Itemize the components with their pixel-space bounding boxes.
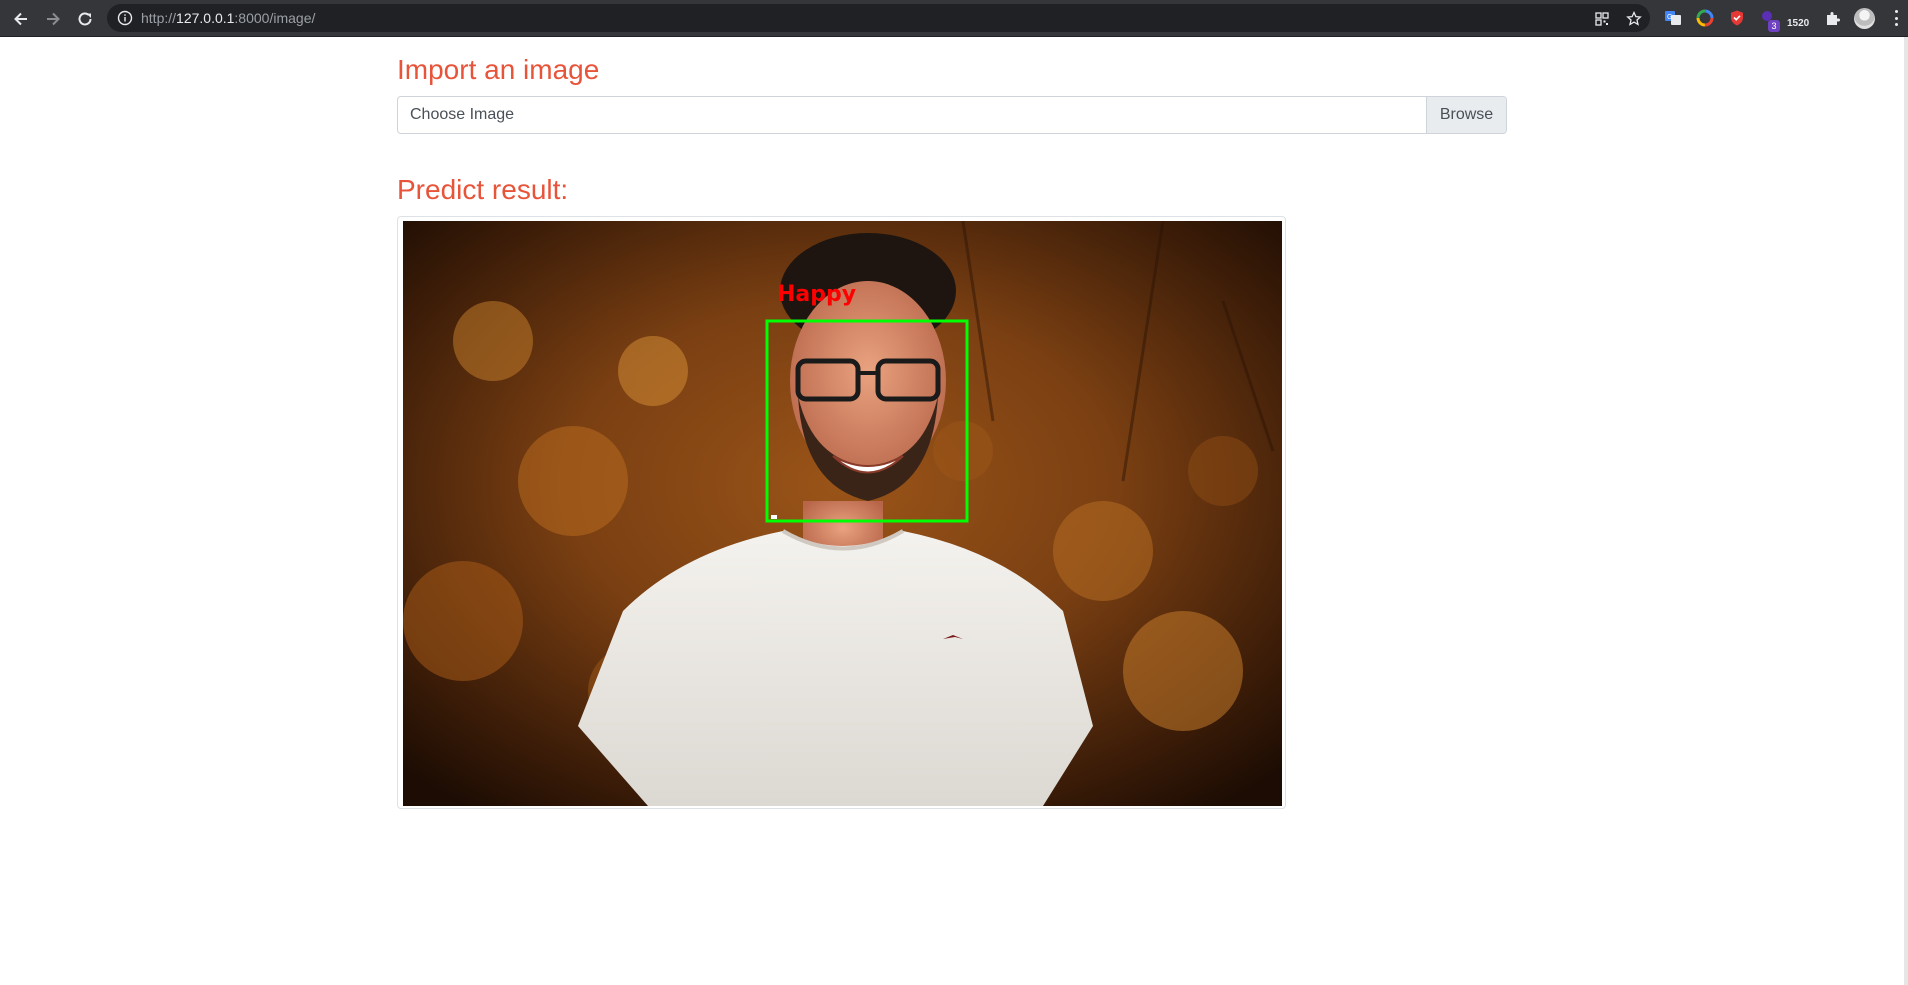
forward-button[interactable] xyxy=(40,6,66,32)
extension-count: 1520 xyxy=(1787,18,1810,29)
url-path: :8000/image/ xyxy=(234,10,316,26)
qr-code-button[interactable] xyxy=(1593,10,1611,28)
color-extension[interactable] xyxy=(1695,8,1715,28)
qr-code-icon xyxy=(1595,12,1609,26)
extensions-button[interactable] xyxy=(1823,8,1843,28)
color-wheel-icon xyxy=(1696,9,1714,27)
url-scheme: http:// xyxy=(141,10,177,26)
bookmark-button[interactable] xyxy=(1625,10,1643,28)
svg-text:G: G xyxy=(1667,14,1672,21)
reload-button[interactable] xyxy=(72,6,98,32)
result-heading: Predict result: xyxy=(397,174,569,205)
url-text[interactable]: http://127.0.0.1:8000/image/ xyxy=(141,10,315,26)
forward-icon xyxy=(47,12,60,26)
extension-badge: 3 xyxy=(1768,20,1780,32)
prediction-label: Happy xyxy=(777,282,856,307)
info-icon[interactable] xyxy=(117,10,133,26)
result-image: Happy xyxy=(403,221,1282,806)
puzzle-icon xyxy=(1827,12,1840,25)
shield-icon xyxy=(1731,10,1743,26)
translate-extension[interactable]: G xyxy=(1663,8,1683,28)
bookmark-star-icon xyxy=(1626,11,1642,26)
browser-toolbar: http://127.0.0.1:8000/image/ G 3 1520 xyxy=(0,0,1908,37)
back-button[interactable] xyxy=(8,6,34,32)
browse-button[interactable]: Browse xyxy=(1426,97,1506,133)
shield-extension[interactable] xyxy=(1727,8,1747,28)
back-icon xyxy=(14,12,27,26)
result-image-frame: Happy xyxy=(397,216,1286,809)
page-scrollbar[interactable] xyxy=(1904,37,1908,985)
translate-icon: G xyxy=(1665,11,1681,25)
file-input[interactable]: Choose Image Browse xyxy=(397,96,1507,134)
menu-icon[interactable] xyxy=(1893,8,1899,28)
url-host: 127.0.0.1 xyxy=(176,10,235,26)
file-placeholder: Choose Image xyxy=(410,106,515,123)
import-heading: Import an image xyxy=(397,54,600,85)
predicted-photo: Happy xyxy=(403,221,1282,806)
address-bar[interactable]: http://127.0.0.1:8000/image/ xyxy=(107,4,1650,32)
profile-avatar[interactable] xyxy=(1854,8,1875,29)
reload-icon xyxy=(78,12,92,26)
